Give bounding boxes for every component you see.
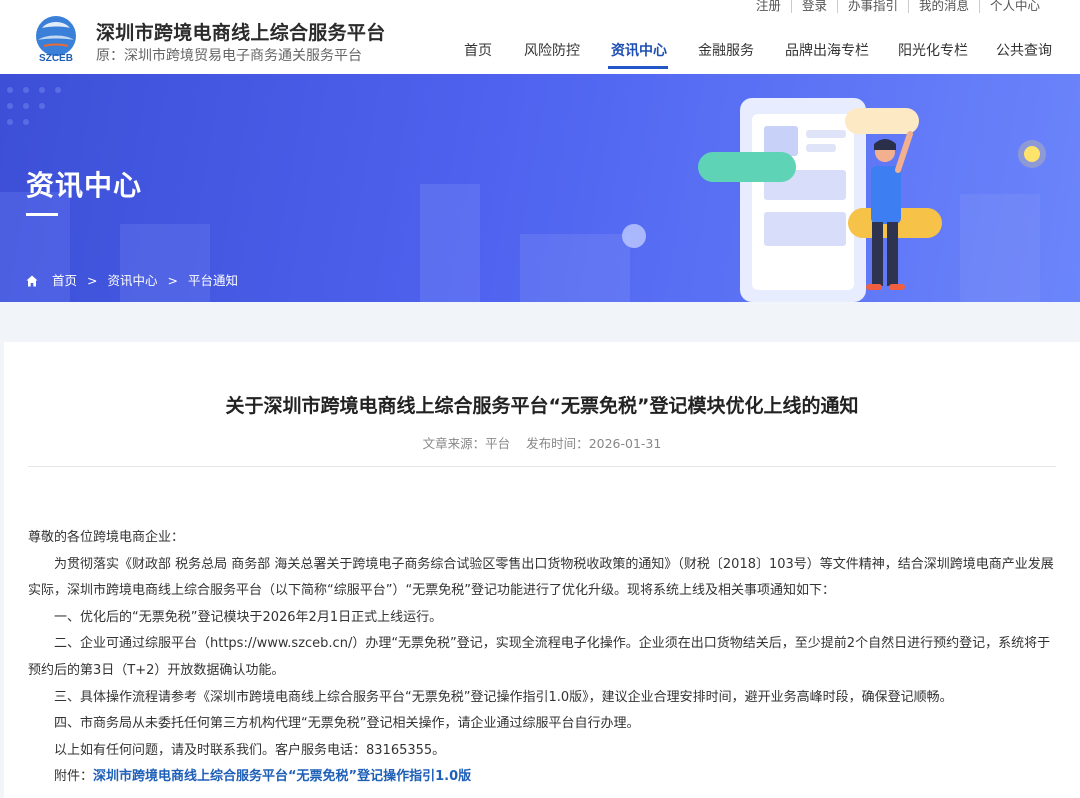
nav-home[interactable]: 首页 [464, 40, 492, 60]
breadcrumb-platform-notice[interactable]: 平台通知 [188, 273, 238, 288]
date-value: 2026-01-31 [588, 436, 662, 451]
body-paragraph-contact: 以上如有任何问题，请及时联系我们。客户服务电话：83165355。 [54, 742, 446, 758]
article-body: 尊敬的各位跨境电商企业： 为贯彻落实《财政部 税务总局 商务部 海关总署关于跨境… [28, 525, 1058, 791]
breadcrumb-separator: > [87, 273, 98, 288]
attachment-label: 附件： [54, 769, 94, 785]
body-paragraph-4: 四、市商务局从未委托任何第三方机构代理“无票免税”登记相关操作，请企业通过综服平… [54, 716, 640, 732]
breadcrumb-separator: > [167, 273, 178, 288]
nav-risk-control[interactable]: 风险防控 [524, 40, 580, 60]
article-card: 关于深圳市跨境电商线上综合服务平台“无票免税”登记模块优化上线的通知 文章来源：… [4, 342, 1080, 798]
personal-center-link[interactable]: 个人中心 [978, 0, 1050, 13]
body-paragraph-2: 二、企业可通过综服平台（https://www.szceb.cn/）办理“无票免… [28, 636, 1051, 678]
banner-illustration [0, 87, 1046, 302]
site-header: SZCEB 深圳市跨境电商线上综合服务平台 原：深圳市跨境贸易电子商务通关服务平… [0, 0, 1080, 74]
login-link[interactable]: 登录 [790, 0, 837, 13]
banner: 资讯中心 首页 > 资讯中心 > 平台通知 [0, 74, 1080, 302]
greeting: 尊敬的各位跨境电商企业： [28, 530, 185, 545]
article-meta: 文章来源：平台 发布时间：2026-01-31 [4, 433, 1080, 452]
breadcrumb: 首页 > 资讯中心 > 平台通知 [26, 270, 238, 289]
source-value: 平台 [485, 436, 511, 451]
main-nav: 首页 风险防控 资讯中心 金融服务 品牌出海专栏 阳光化专栏 公共查询 [0, 40, 1080, 74]
breadcrumb-home[interactable]: 首页 [52, 273, 77, 288]
article-title: 关于深圳市跨境电商线上综合服务平台“无票免税”登记模块优化上线的通知 [225, 395, 859, 417]
body-paragraph-1: 一、优化后的“无票免税”登记模块于2026年2月1日正式上线运行。 [54, 609, 443, 625]
body-paragraph-3: 三、具体操作流程请参考《深圳市跨境电商线上综合服务平台“无票免税”登记操作指引1… [54, 689, 953, 705]
attachment-link[interactable]: 深圳市跨境电商线上综合服务平台“无票免税”登记操作指引1.0版 [93, 769, 471, 784]
attachment-line: 附件：深圳市跨境电商线上综合服务平台“无票免税”登记操作指引1.0版 [28, 764, 1058, 791]
home-icon[interactable] [26, 275, 38, 287]
nav-financial-services[interactable]: 金融服务 [698, 40, 754, 60]
nav-brand-overseas[interactable]: 品牌出海专栏 [785, 40, 869, 60]
banner-title: 资讯中心 [26, 169, 143, 202]
my-messages-link[interactable]: 我的消息 [907, 0, 979, 13]
nav-sunshine[interactable]: 阳光化专栏 [898, 40, 968, 60]
nav-news-center[interactable]: 资讯中心 [611, 40, 667, 60]
title-divider [28, 466, 1056, 467]
nav-public-query[interactable]: 公共查询 [996, 40, 1052, 60]
guide-link[interactable]: 办事指引 [836, 0, 908, 13]
source-label: 文章来源： [422, 436, 486, 451]
active-nav-indicator [608, 66, 668, 69]
top-links-bar: 注册 登录 办事指引 我的消息 个人中心 [746, 0, 1050, 13]
register-link[interactable]: 注册 [746, 0, 791, 13]
body-paragraph-intro: 为贯彻落实《财政部 税务总局 商务部 海关总署关于跨境电子商务综合试验区零售出口… [28, 556, 1054, 599]
banner-title-underline [26, 213, 58, 216]
date-label: 发布时间： [526, 436, 589, 451]
breadcrumb-news-center[interactable]: 资讯中心 [108, 273, 158, 288]
